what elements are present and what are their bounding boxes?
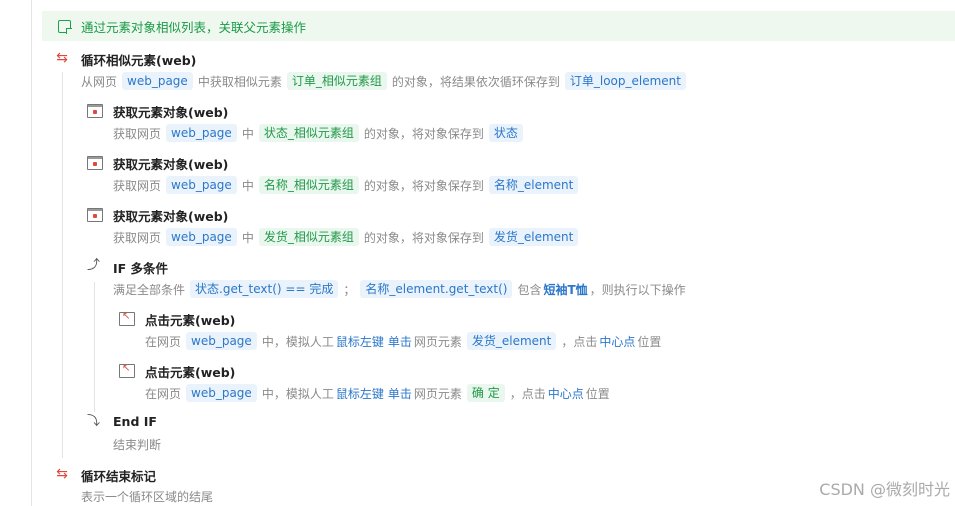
branch-icon (87, 260, 101, 272)
step-title: 点击元素(web) (145, 313, 236, 328)
step-description: 获取网页 web_page 中 状态_相似元素组 的对象，将对象保存到 状态 (113, 124, 528, 142)
step-title: 循环相似元素(web) (81, 53, 197, 68)
position-value[interactable]: 中心点 (599, 333, 635, 350)
condition-value: 短袖T恤 (543, 282, 588, 297)
watermark: CSDN @微刻时光 (819, 480, 950, 499)
variable-tag[interactable]: 名称_element (488, 176, 579, 194)
browser-window-icon (87, 104, 103, 118)
step-description: 表示一个循环区域的结尾 (81, 488, 213, 505)
desc-text: 获取网页 (113, 126, 162, 141)
variable-tag[interactable]: web_page (186, 332, 257, 350)
condition-expression: 状态.get_text() (195, 282, 282, 296)
variable-tag[interactable]: web_page (186, 384, 257, 402)
variable-tag[interactable]: web_page (166, 228, 237, 246)
desc-text: 的对象，将结果依次循环保存到 (391, 74, 560, 89)
click-type-value[interactable]: 单击 (388, 385, 412, 402)
desc-text: 满足全部条件 (113, 282, 186, 297)
desc-text: 获取网页 (113, 178, 162, 193)
loop-end-icon (55, 468, 69, 482)
browser-window-icon (87, 208, 103, 222)
desc-text: 获取网页 (113, 230, 162, 245)
comment-icon (58, 19, 72, 34)
desc-text: 中 (241, 126, 254, 141)
desc-separator: ； (343, 282, 356, 297)
desc-text: 从网页 (81, 74, 118, 89)
desc-text: 结束判断 (113, 438, 162, 452)
element-tag[interactable]: 发货_相似元素组 (258, 228, 359, 246)
desc-text: 则执行以下操作 (601, 282, 686, 297)
end-branch-icon (87, 416, 101, 428)
click-element-icon (119, 363, 135, 378)
operator: 包含 (517, 282, 542, 297)
comment-row[interactable]: 通过元素对象相似列表，关联父元素操作 (42, 11, 955, 41)
desc-text: 中 (241, 230, 254, 245)
step-title: 获取元素对象(web) (113, 209, 229, 224)
step-title: 循环结束标记 (81, 469, 157, 484)
variable-tag[interactable]: 订单_loop_element (564, 72, 686, 90)
desc-text: 在网页 (145, 334, 182, 349)
desc-text: 中获取相似元素 (197, 74, 282, 89)
loop-guide-line (62, 72, 63, 458)
desc-text: 的对象，将对象保存到 (363, 230, 484, 245)
element-tag[interactable]: 确 定 (466, 384, 505, 402)
step-title: 获取元素对象(web) (113, 105, 229, 120)
step-description: 在网页 web_page 中，模拟人工 鼠标左键 单击 网页元素 确 定 ，点击… (145, 384, 610, 402)
desc-text: 中 (241, 178, 254, 193)
step-description: 结束判断 (113, 436, 161, 453)
variable-tag[interactable]: 发货_element (466, 332, 557, 350)
click-element-icon (119, 311, 135, 326)
variable-tag[interactable]: 发货_element (488, 228, 579, 246)
outer-guide-line (31, 0, 32, 506)
step-description: 从网页 web_page 中获取相似元素 订单_相似元素组 的对象，将结果依次循… (81, 72, 691, 90)
operator: == (285, 282, 306, 296)
comment-text: 通过元素对象相似列表，关联父元素操作 (81, 19, 307, 35)
desc-text: 的对象，将对象保存到 (363, 178, 484, 193)
step-title: End IF (113, 414, 157, 429)
browser-window-icon (87, 156, 103, 170)
variable-tag[interactable]: web_page (122, 72, 193, 90)
mouse-button-value[interactable]: 鼠标左键 (336, 385, 384, 402)
step-description: 在网页 web_page 中，模拟人工 鼠标左键 单击 网页元素 发货_elem… (145, 332, 661, 350)
step-description: 获取网页 web_page 中 名称_相似元素组 的对象，将对象保存到 名称_e… (113, 176, 583, 194)
element-tag[interactable]: 状态_相似元素组 (258, 124, 359, 142)
desc-text: 网页元素 (413, 334, 462, 349)
step-title: 获取元素对象(web) (113, 157, 229, 172)
desc-text: 表示一个循环区域的结尾 (81, 490, 214, 504)
desc-text: 中，模拟人工 (261, 334, 334, 349)
condition-tag-status[interactable]: 状态.get_text() == 完成 (190, 280, 339, 298)
element-tag[interactable]: 订单_相似元素组 (286, 72, 387, 90)
step-title: IF 多条件 (113, 261, 169, 276)
desc-text: 中，模拟人工 (261, 386, 334, 401)
variable-tag[interactable]: web_page (166, 124, 237, 142)
desc-text: 位置 (585, 386, 610, 401)
desc-text: 网页元素 (413, 386, 462, 401)
desc-text: 位置 (637, 334, 662, 349)
step-description: 获取网页 web_page 中 发货_相似元素组 的对象，将对象保存到 发货_e… (113, 228, 583, 246)
step-description: 满足全部条件 状态.get_text() == 完成 ； 名称_element.… (113, 280, 686, 298)
desc-text: 在网页 (145, 386, 182, 401)
variable-tag[interactable]: 状态 (488, 124, 523, 142)
position-value[interactable]: 中心点 (548, 385, 584, 402)
click-type-value[interactable]: 单击 (388, 333, 412, 350)
variable-tag[interactable]: web_page (166, 176, 237, 194)
condition-expression[interactable]: 名称_element.get_text() (360, 280, 513, 298)
step-title: 点击元素(web) (145, 365, 236, 380)
if-guide-line (94, 282, 95, 412)
condition-value: 完成 (309, 282, 334, 296)
element-tag[interactable]: 名称_相似元素组 (258, 176, 359, 194)
desc-text: 的对象，将对象保存到 (363, 126, 484, 141)
mouse-button-value[interactable]: 鼠标左键 (336, 333, 384, 350)
desc-separator: ， (589, 282, 602, 297)
loop-icon (55, 52, 69, 66)
desc-text: ，点击 (561, 334, 598, 349)
desc-text: ，点击 (509, 386, 546, 401)
